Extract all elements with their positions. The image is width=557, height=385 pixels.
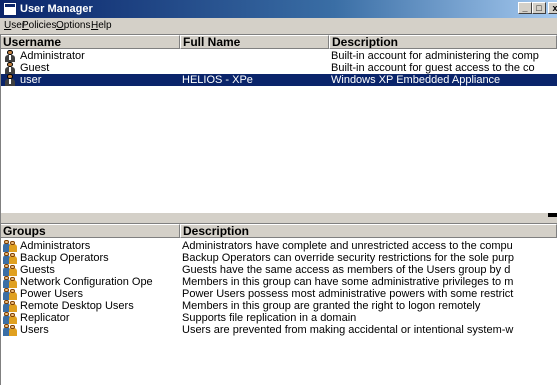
group-description-cell: Administrators have complete and unrestr… [182, 240, 513, 252]
user-row[interactable]: Administrator Built-in account for admini… [0, 50, 557, 62]
username-cell: Guest [20, 62, 50, 74]
menu-options[interactable]: Options [56, 20, 90, 31]
group-description-cell: Supports file replication in a domain [182, 312, 357, 324]
menu-policies[interactable]: Policies [22, 20, 56, 31]
group-name-cell: Power Users [20, 288, 83, 300]
window-title: User Manager [20, 3, 93, 15]
group-icon [3, 264, 17, 276]
group-row[interactable]: Network Configuration Ope Members in this… [0, 276, 557, 288]
user-row[interactable]: Guest Built-in account for guest access t… [0, 62, 557, 74]
full-name-cell: HELIOS - XPe [182, 74, 253, 86]
column-group-description[interactable]: Description [180, 224, 557, 238]
column-username[interactable]: Username [0, 35, 180, 49]
column-description[interactable]: Description [329, 35, 557, 49]
group-name-cell: Guests [20, 264, 55, 276]
group-name-cell: Network Configuration Ope [20, 276, 153, 288]
groups-header: Groups Description [0, 224, 557, 238]
description-cell: Built-in account for administering the c… [331, 50, 539, 62]
group-row[interactable]: Replicator Supports file replication in a… [0, 312, 557, 324]
column-full-name[interactable]: Full Name [180, 35, 329, 49]
group-name-cell: Remote Desktop Users [20, 300, 134, 312]
group-icon [3, 252, 17, 264]
group-icon [3, 240, 17, 252]
user-manager-window: User Manager _ □ x User Policies Options… [0, 0, 557, 385]
users-header: Username Full Name Description [0, 35, 557, 49]
full-name-cell [182, 62, 328, 74]
group-row[interactable]: Users Users are prevented from making acc… [0, 324, 557, 336]
column-groups[interactable]: Groups [0, 224, 180, 238]
group-name-cell: Users [20, 324, 49, 336]
group-icon [3, 276, 17, 288]
pane-splitter[interactable] [0, 213, 557, 223]
close-button[interactable]: x [548, 2, 557, 14]
group-icon [3, 288, 17, 300]
left-edge [0, 34, 1, 385]
groups-list[interactable]: Groups Description Administrators Adminis… [0, 223, 557, 385]
user-icon [4, 62, 15, 74]
group-row[interactable]: Remote Desktop Users Members in this grou… [0, 300, 557, 312]
menu-bar: User Policies Options Help [0, 18, 557, 35]
group-row[interactable]: Power Users Power Users possess most admi… [0, 288, 557, 300]
user-manager-icon [3, 2, 17, 16]
group-description-cell: Guests have the same access as members o… [182, 264, 511, 276]
title-bar[interactable]: User Manager _ □ x [0, 0, 557, 18]
full-name-cell [182, 50, 328, 62]
group-description-cell: Backup Operators can override security r… [182, 252, 514, 264]
user-icon [4, 74, 15, 86]
users-list[interactable]: Username Full Name Description Administr… [0, 34, 557, 214]
group-description-cell: Power Users possess most administrative … [182, 288, 514, 300]
description-cell: Built-in account for guest access to the… [331, 62, 535, 74]
group-row[interactable]: Backup Operators Backup Operators can ove… [0, 252, 557, 264]
group-row[interactable]: Guests Guests have the same access as mem… [0, 264, 557, 276]
group-icon [3, 312, 17, 324]
scroll-thumb[interactable] [548, 213, 557, 217]
group-description-cell: Users are prevented from making accident… [182, 324, 514, 336]
group-name-cell: Replicator [20, 312, 70, 324]
minimize-button[interactable]: _ [518, 2, 532, 14]
username-cell: Administrator [20, 50, 85, 62]
group-name-cell: Backup Operators [20, 252, 109, 264]
group-description-cell: Members in this group can have some admi… [182, 276, 514, 288]
user-row[interactable]: user HELIOS - XPe Windows XP Embedded Appl… [0, 74, 557, 86]
username-cell: user [20, 74, 42, 86]
group-description-cell: Members in this group are granted the ri… [182, 300, 481, 312]
group-icon [3, 324, 17, 336]
group-row[interactable]: Administrators Administrators have comple… [0, 240, 557, 252]
maximize-button[interactable]: □ [532, 2, 546, 14]
user-icon [4, 50, 15, 62]
description-cell: Windows XP Embedded Appliance [331, 74, 501, 86]
menu-help[interactable]: Help [91, 20, 112, 31]
group-name-cell: Administrators [20, 240, 91, 252]
group-icon [3, 300, 17, 312]
